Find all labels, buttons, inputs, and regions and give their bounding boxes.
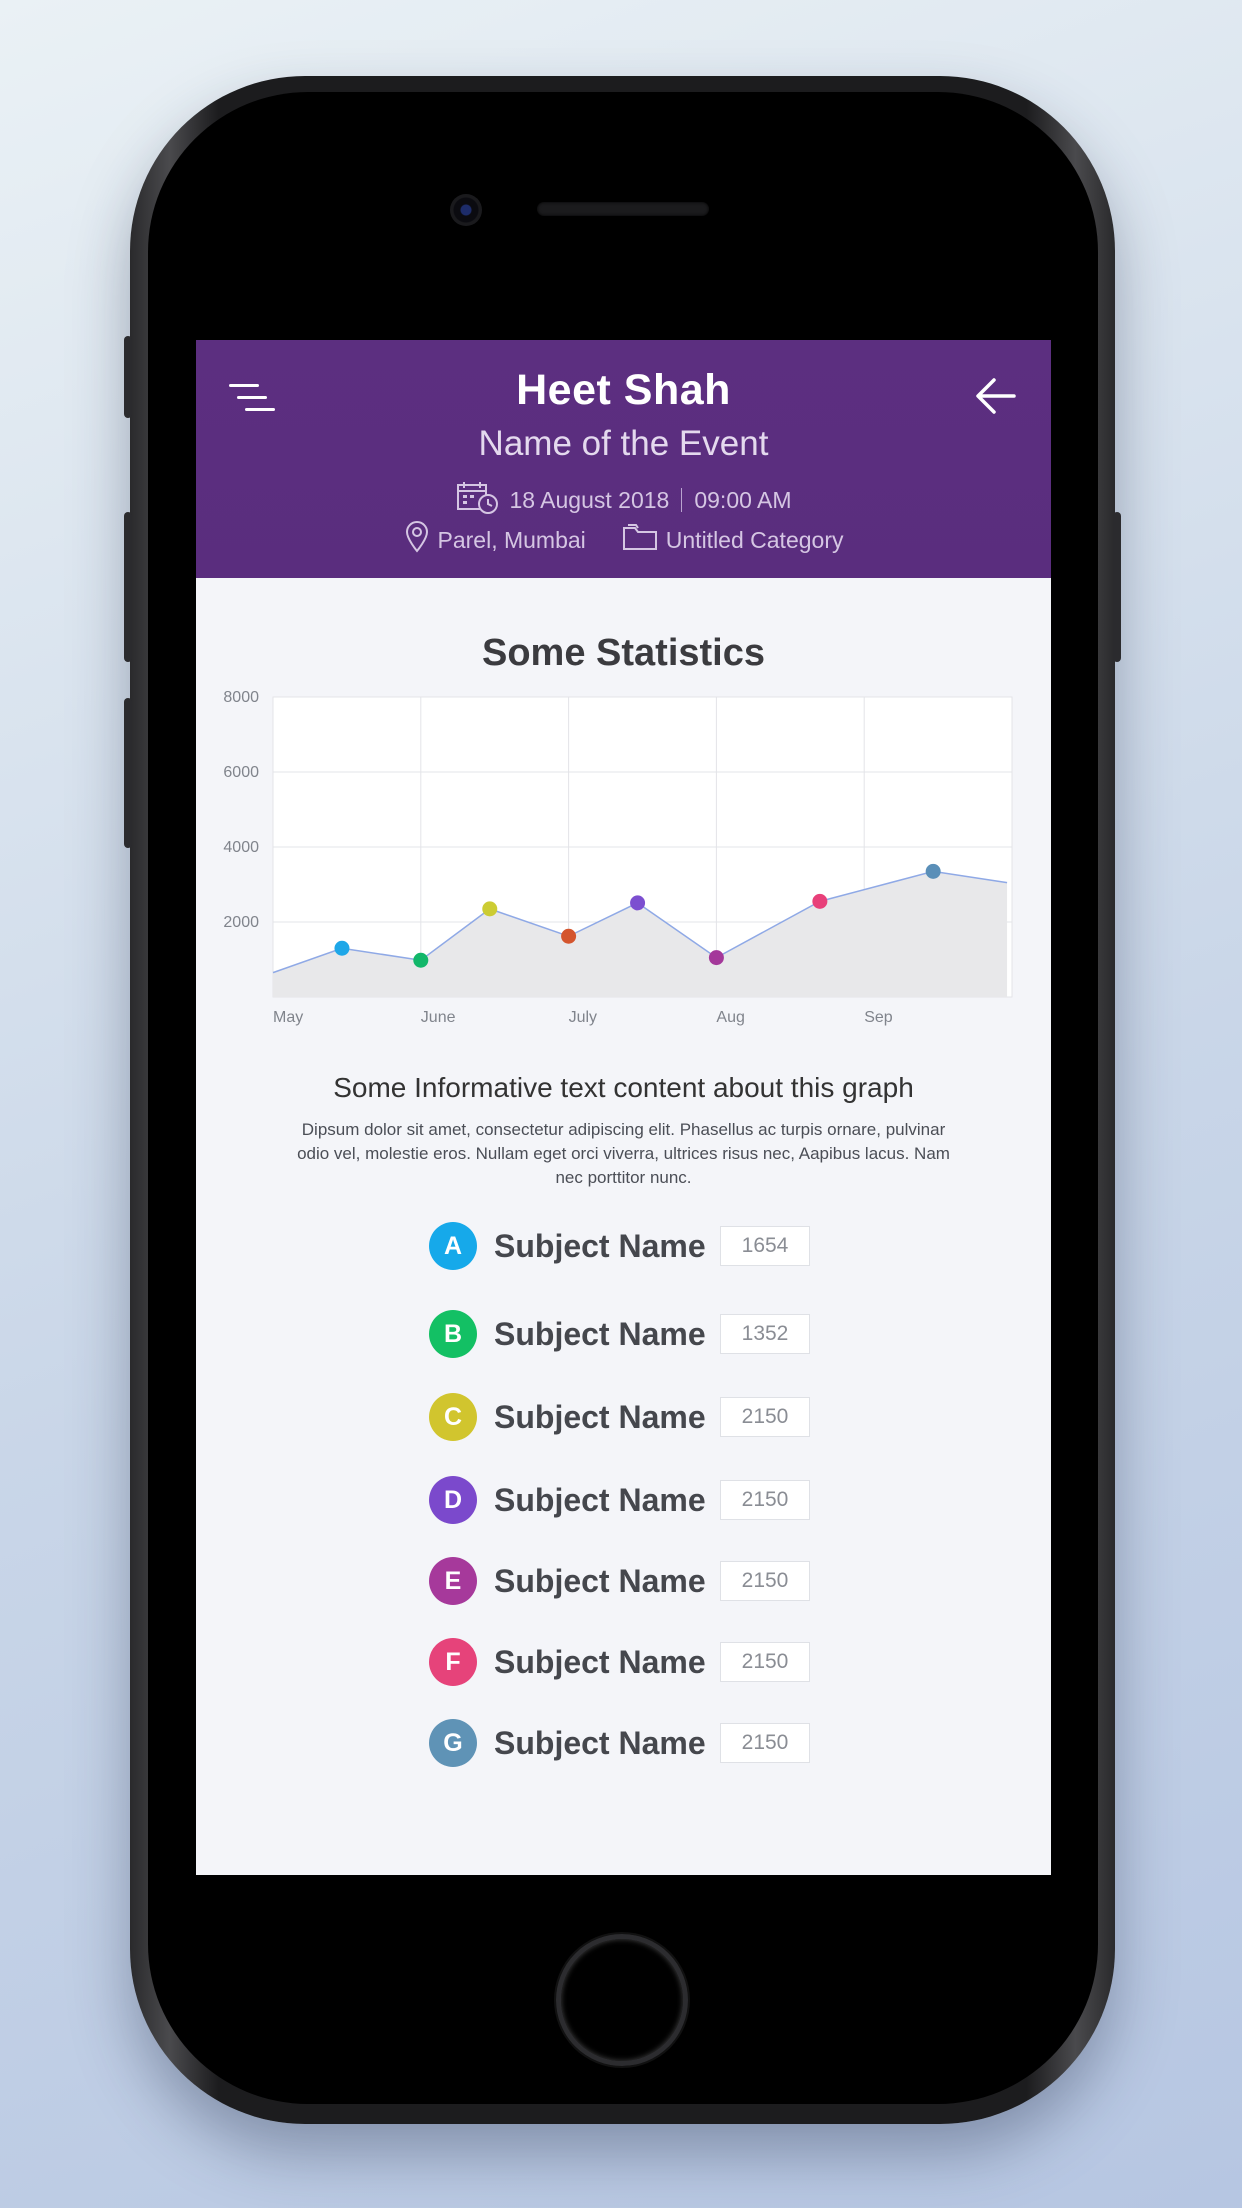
statistics-chart: 8000 6000 4000 2000 May June July Aug Sep (223, 690, 1013, 1026)
subject-value: 2150 (720, 1397, 810, 1437)
location-pin-icon (404, 521, 430, 559)
subject-value: 2150 (720, 1642, 810, 1682)
event-date: 18 August 2018 (509, 486, 670, 513)
home-button[interactable] (556, 1934, 688, 2066)
user-name: Heet Shah (516, 366, 731, 414)
subject-badge: F (429, 1638, 477, 1686)
y-tick-label: 6000 (223, 764, 259, 781)
event-location: Parel, Mumbai (437, 526, 586, 553)
data-point (413, 952, 429, 968)
subject-row[interactable]: G Subject Name 2150 (429, 1718, 810, 1768)
subject-name: Subject Name (494, 1481, 706, 1518)
app-screen: Heet Shah Name of the Event 18 August 20… (196, 340, 1051, 1875)
event-time: 09:00 AM (694, 486, 792, 513)
subject-row[interactable]: F Subject Name 2150 (429, 1637, 810, 1687)
subject-name: Subject Name (494, 1315, 706, 1352)
earpiece-speaker (537, 202, 709, 216)
subject-badge: G (429, 1719, 477, 1767)
data-point (482, 901, 498, 917)
calendar-clock-icon (455, 480, 501, 520)
subject-row[interactable]: B Subject Name 1352 (429, 1309, 810, 1359)
x-tick-label: Aug (716, 1009, 744, 1026)
x-tick-label: Sep (864, 1009, 893, 1026)
data-point (812, 893, 828, 909)
graph-info-body: Dipsum dolor sit amet, consectetur adipi… (297, 1120, 950, 1187)
y-tick-label: 2000 (223, 914, 259, 931)
subject-value: 1352 (720, 1314, 810, 1354)
subject-badge: B (429, 1310, 477, 1358)
subject-name: Subject Name (494, 1724, 706, 1761)
divider (681, 488, 683, 512)
y-tick-label: 4000 (223, 839, 259, 856)
subject-row[interactable]: C Subject Name 2150 (429, 1392, 810, 1442)
subject-value: 2150 (720, 1723, 810, 1763)
subject-name: Subject Name (494, 1643, 706, 1680)
subject-value: 2150 (720, 1561, 810, 1601)
volume-down-button (124, 698, 132, 848)
subject-name: Subject Name (494, 1227, 706, 1264)
mute-switch (124, 336, 132, 418)
x-tick-label: July (569, 1009, 597, 1026)
data-point (334, 940, 350, 956)
x-tick-label: May (273, 1009, 303, 1026)
event-datetime: 18 August 2018 09:00 AM (196, 480, 1051, 520)
data-point (708, 950, 724, 966)
subject-row[interactable]: D Subject Name 2150 (429, 1475, 810, 1525)
subject-badge: D (429, 1476, 477, 1524)
subject-name: Subject Name (494, 1562, 706, 1599)
event-header: Heet Shah Name of the Event 18 August 20… (196, 340, 1051, 578)
subject-value: 2150 (720, 1480, 810, 1520)
subject-row[interactable]: E Subject Name 2150 (429, 1556, 810, 1606)
subject-row[interactable]: A Subject Name 1654 (429, 1221, 810, 1271)
folder-icon (622, 523, 658, 557)
front-camera (450, 194, 482, 226)
graph-info-title: Some Informative text content about this… (333, 1072, 914, 1103)
event-location-category: Parel, Mumbai Untitled Category (196, 521, 1051, 559)
subject-value: 1654 (720, 1226, 810, 1266)
subject-badge: C (429, 1393, 477, 1441)
event-category: Untitled Category (665, 526, 844, 553)
data-point (630, 895, 646, 911)
subject-badge: A (429, 1222, 477, 1270)
data-point (561, 928, 577, 944)
x-tick-label: June (421, 1009, 456, 1026)
power-button (1113, 512, 1121, 662)
statistics-title: Some Statistics (482, 632, 765, 674)
volume-up-button (124, 512, 132, 662)
data-point (925, 863, 941, 879)
y-tick-label: 8000 (223, 690, 259, 706)
subject-name: Subject Name (494, 1398, 706, 1435)
event-name: Name of the Event (478, 424, 769, 463)
subject-badge: E (429, 1557, 477, 1605)
